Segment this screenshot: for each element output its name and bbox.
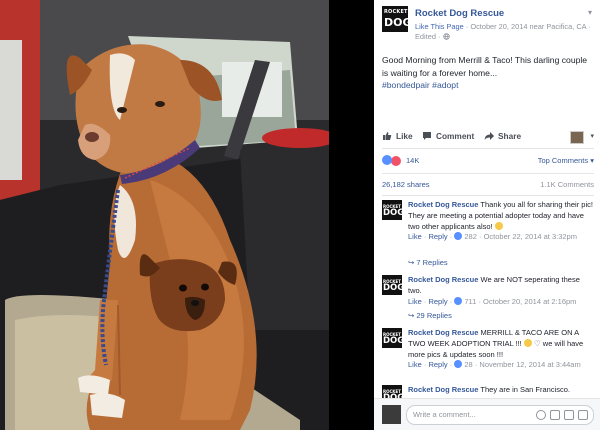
comment-body: Rocket Dog Rescue Thank you all for shar… [408, 200, 594, 243]
photo-viewer [0, 0, 374, 430]
post-meta: Like This Page · October 20, 2014 near P… [415, 22, 600, 42]
smile-emoji-icon [523, 338, 532, 347]
comment-like-count[interactable]: 711 [464, 297, 476, 306]
post-options-chevron-icon[interactable]: ▾ [588, 8, 592, 17]
view-replies-link[interactable]: ↪ 7 Replies [408, 258, 448, 267]
reply-arrow-icon: ↪ [408, 311, 415, 320]
comment-body: Rocket Dog Rescue MERRILL & TACO ARE ON … [408, 328, 594, 371]
comment-avatar[interactable]: ROCKET DOG! [382, 328, 408, 348]
divider [382, 195, 594, 196]
globe-icon [442, 33, 450, 40]
like-label: Like [396, 131, 413, 141]
post-message: Good Morning from Merrill & Taco! This d… [382, 55, 588, 78]
like-this-page-link[interactable]: Like This Page [415, 22, 464, 31]
comment-reply-link[interactable]: Reply [428, 297, 447, 306]
comment-like-count[interactable]: 282 [464, 232, 477, 241]
comment-button[interactable]: Comment [422, 131, 474, 141]
share-button[interactable]: Share [484, 131, 521, 141]
reaction-count[interactable]: 14K [406, 156, 419, 165]
top-comments-dropdown[interactable]: Top Comments ▾ [538, 156, 594, 165]
comment-footer: Like · Reply · 711 · October 20, 2014 at… [408, 296, 577, 306]
divider [382, 148, 594, 149]
avatar-logo-top: ROCKET [384, 9, 408, 15]
page-name-link[interactable]: Rocket Dog Rescue [415, 8, 504, 19]
reply-arrow-icon: ↪ [408, 258, 415, 267]
post-panel: ROCKET DOG! Rocket Dog Rescue Like This … [374, 0, 600, 430]
comment-author[interactable]: Rocket Dog Rescue [408, 385, 478, 394]
gif-icon[interactable] [564, 410, 574, 420]
comment-body: Rocket Dog Rescue They are in San Franci… [408, 385, 594, 396]
comment-avatar[interactable]: ROCKET DOG! [382, 200, 408, 220]
smile-emoji-icon [494, 221, 503, 230]
shares-count[interactable]: 26,182 shares [382, 180, 430, 189]
comment-body: Rocket Dog Rescue We are NOT seperating … [408, 275, 594, 307]
comment-avatar[interactable]: ROCKET DOG! [382, 275, 408, 295]
comment-like-link[interactable]: Like [408, 232, 422, 241]
comment-input-tools [536, 410, 588, 420]
view-replies-link[interactable]: ↪ 29 Replies [408, 311, 452, 320]
comment-author[interactable]: Rocket Dog Rescue [408, 275, 478, 284]
like-count-icon [454, 360, 463, 369]
comment-time[interactable]: October 22, 2014 at 3:32pm [484, 232, 577, 241]
avatar-logo-bottom: DOG! [383, 208, 409, 218]
comment-text: They are in San Francisco. [480, 385, 571, 394]
reactions-row: 14K Top Comments ▾ [382, 155, 594, 167]
replies-count: 29 Replies [416, 311, 452, 320]
write-comment-bar: Write a comment... [374, 398, 600, 430]
like-count-icon [454, 232, 463, 241]
comment-footer: Like · Reply · 282 · October 22, 2014 at… [408, 232, 577, 242]
viewer-avatar[interactable] [570, 131, 584, 144]
shares-row: 26,182 shares 1.1K Comments [382, 180, 594, 190]
comment-like-link[interactable]: Like [408, 297, 422, 306]
post-header: ROCKET DOG! Rocket Dog Rescue Like This … [382, 6, 594, 46]
comment-time[interactable]: October 20, 2014 at 2:16pm [483, 297, 576, 306]
comment-reply-link[interactable]: Reply [428, 360, 447, 369]
emoji-icon[interactable] [536, 410, 546, 420]
like-count-icon [454, 296, 463, 305]
like-reaction-icon [382, 155, 392, 165]
avatar-logo-bottom: DOG! [383, 336, 409, 346]
page-avatar[interactable]: ROCKET DOG! [382, 6, 417, 32]
divider [382, 173, 594, 174]
avatar-logo-bottom: DOG! [384, 16, 417, 29]
comments-count[interactable]: 1.1K Comments [540, 180, 594, 189]
avatar-logo-bottom: DOG! [383, 283, 409, 293]
reaction-icons[interactable] [382, 155, 402, 167]
comment-input-placeholder: Write a comment... [413, 410, 476, 419]
comment-author[interactable]: Rocket Dog Rescue [408, 200, 478, 209]
comment-time[interactable]: November 12, 2014 at 3:44am [479, 360, 580, 369]
sticker-icon[interactable] [578, 410, 588, 420]
viewer-switch-chevron-icon[interactable]: ▾ [590, 132, 594, 140]
share-label: Share [498, 131, 522, 141]
comment-like-count[interactable]: 28 [464, 360, 472, 369]
comment-input[interactable]: Write a comment... [406, 405, 594, 425]
replies-count: 7 Replies [416, 258, 448, 267]
thumbs-up-icon [383, 132, 392, 140]
post-photo[interactable] [0, 0, 329, 430]
comment-label: Comment [436, 131, 475, 141]
post-text: Good Morning from Merrill & Taco! This d… [382, 54, 594, 92]
comment-reply-link[interactable]: Reply [428, 232, 447, 241]
viewer-avatar[interactable] [382, 405, 401, 424]
like-button[interactable]: Like [382, 131, 413, 141]
post-hashtags[interactable]: #bondedpair #adopt [382, 80, 458, 90]
comment-footer: Like · Reply · 28 · November 12, 2014 at… [408, 360, 581, 370]
comment-author[interactable]: Rocket Dog Rescue [408, 328, 478, 337]
comment-like-link[interactable]: Like [408, 360, 422, 369]
share-arrow-icon [484, 132, 494, 140]
heart-emoji-icon: ♡ [533, 338, 541, 348]
comment-bubble-icon [423, 132, 431, 140]
camera-icon[interactable] [550, 410, 560, 420]
post-actions: Like Comment Share ▾ [382, 131, 594, 145]
